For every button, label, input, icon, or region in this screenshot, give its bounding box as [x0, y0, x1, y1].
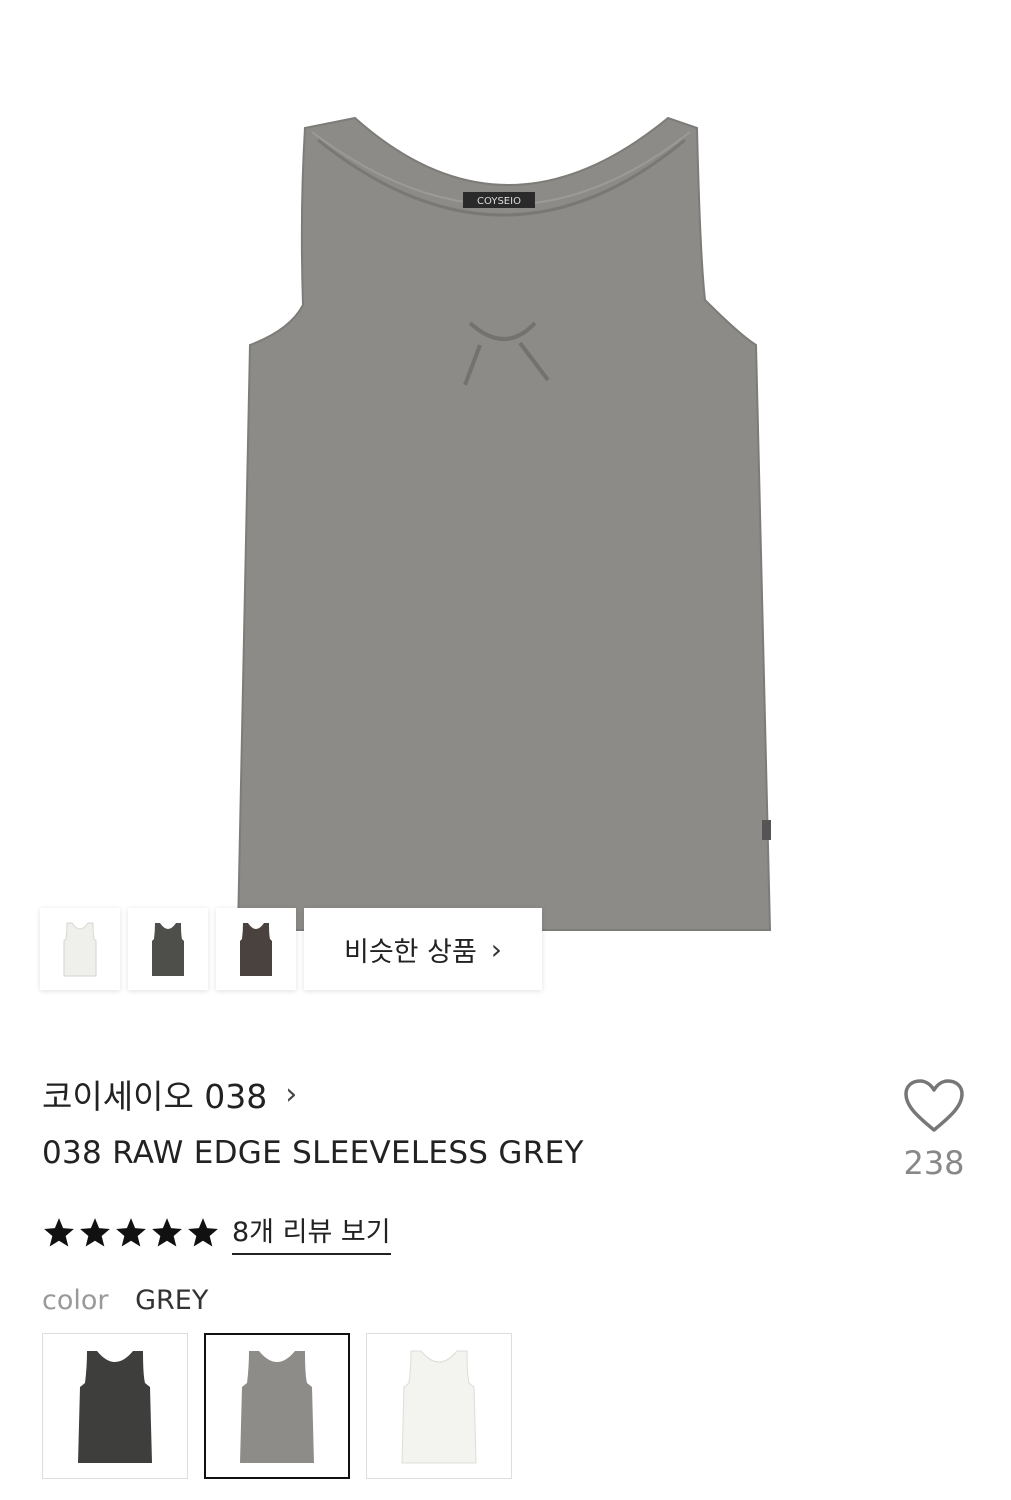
tank-charcoal-icon — [152, 923, 184, 976]
like-count: 238 — [903, 1144, 965, 1182]
rating-row: 8개 리뷰 보기 — [42, 1210, 391, 1255]
tank-black-icon — [78, 1351, 152, 1463]
side-tag — [762, 820, 771, 840]
star-icon — [188, 1217, 218, 1246]
color-swatches — [42, 1333, 512, 1479]
tank-brown-icon — [240, 923, 272, 976]
thumb-brown[interactable] — [216, 908, 296, 990]
star-icon — [152, 1217, 182, 1246]
swatch-grey[interactable] — [204, 1333, 350, 1479]
similar-products-button[interactable]: 비슷한 상품 › — [304, 908, 542, 990]
tank-grey-icon — [240, 1351, 314, 1463]
swatch-black[interactable] — [42, 1333, 188, 1479]
star-icon — [116, 1217, 146, 1246]
product-image: COYSEIO — [0, 0, 1011, 1010]
star-icon — [44, 1217, 74, 1246]
svg-text:COYSEIO: COYSEIO — [477, 196, 521, 207]
like-button[interactable]: 238 — [890, 1078, 978, 1182]
similar-products-label: 비슷한 상품 — [344, 936, 477, 968]
thumbnail-strip: 비슷한 상품 › — [40, 908, 542, 992]
tank-top-illustration: COYSEIO — [236, 116, 772, 931]
thumb-charcoal[interactable] — [128, 908, 208, 990]
tank-white-swatch-icon — [401, 1350, 477, 1464]
product-title: 038 RAW EDGE SLEEVELESS GREY — [42, 1135, 584, 1171]
swatch-white[interactable] — [366, 1333, 512, 1479]
tank-white-icon — [63, 922, 97, 977]
color-option-row: color GREY — [42, 1285, 208, 1316]
heart-icon — [904, 1079, 964, 1132]
chevron-right-icon: › — [490, 932, 502, 966]
selected-color-value: GREY — [135, 1285, 209, 1316]
color-label: color — [42, 1285, 109, 1316]
star-icon — [80, 1217, 110, 1246]
brand-name: 코이세이오 038 — [42, 1077, 268, 1116]
chevron-right-icon: › — [285, 1076, 298, 1112]
star-rating — [42, 1216, 220, 1250]
view-reviews-link[interactable]: 8개 리뷰 보기 — [232, 1210, 391, 1255]
thumb-white[interactable] — [40, 908, 120, 990]
brand-link[interactable]: 코이세이오 038 › — [42, 1070, 297, 1118]
